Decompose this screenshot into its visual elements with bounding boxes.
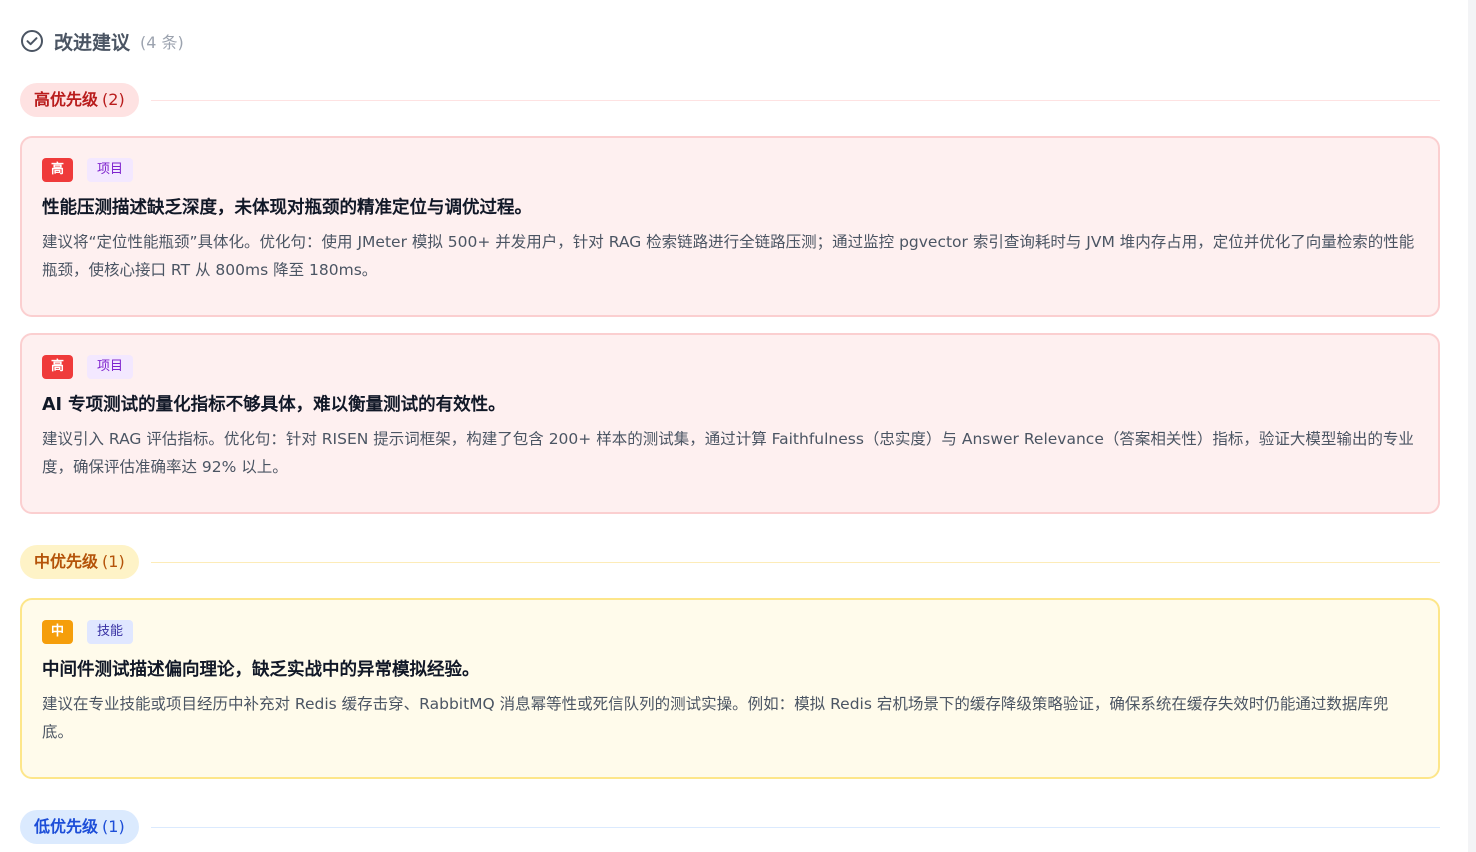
card-tags: 高 项目 <box>42 158 1418 182</box>
suggestion-body: 建议引入 RAG 评估指标。优化句：针对 RISEN 提示词框架，构建了包含 2… <box>42 430 1414 476</box>
priority-count: (1) <box>102 817 125 836</box>
priority-label: 低优先级 <box>34 817 99 836</box>
priority-pill-high: 高优先级 (2) <box>20 83 139 117</box>
suggestions-content: 改进建议 (4 条) 高优先级 (2) 高 项目 性能压测描述缺乏深度，未体现对瓶… <box>20 0 1440 852</box>
level-badge: 高 <box>42 158 74 182</box>
suggestion-body: 建议在专业技能或项目经历中补充对 Redis 缓存击穿、RabbitMQ 消息幂… <box>42 695 1389 741</box>
card-tags: 中 技能 <box>42 620 1418 644</box>
suggestion-title: 性能压测描述缺乏深度，未体现对瓶颈的精准定位与调优过程。 <box>42 198 532 218</box>
level-badge: 中 <box>42 620 74 644</box>
category-badge: 技能 <box>87 620 134 644</box>
card-tags: 高 项目 <box>42 355 1418 379</box>
suggestion-card: 中 技能 中间件测试描述偏向理论，缺乏实战中的异常模拟经验。 建议在专业技能或项… <box>20 598 1440 779</box>
group-header-mid: 中优先级 (1) <box>20 544 1440 580</box>
category-badge: 项目 <box>87 158 134 182</box>
priority-pill-mid: 中优先级 (1) <box>20 545 139 579</box>
priority-label: 高优先级 <box>34 90 99 109</box>
group-header-high: 高优先级 (2) <box>20 82 1440 118</box>
suggestion-card: 高 项目 AI 专项测试的量化指标不够具体，难以衡量测试的有效性。 建议引入 R… <box>20 333 1440 514</box>
check-circle-icon <box>21 30 43 52</box>
group-header-low: 低优先级 (1) <box>20 809 1440 845</box>
priority-count: (1) <box>102 552 125 571</box>
priority-label: 中优先级 <box>34 552 99 571</box>
suggestions-panel: 改进建议 (4 条) 高优先级 (2) 高 项目 性能压测描述缺乏深度，未体现对瓶… <box>0 0 1468 852</box>
suggestion-title: 中间件测试描述偏向理论，缺乏实战中的异常模拟经验。 <box>42 660 480 680</box>
category-badge: 项目 <box>87 355 134 379</box>
suggestion-card: 高 项目 性能压测描述缺乏深度，未体现对瓶颈的精准定位与调优过程。 建议将“定位… <box>20 136 1440 317</box>
scrollbar[interactable] <box>1468 0 1476 852</box>
suggestion-count: (4 条) <box>140 33 184 52</box>
divider <box>150 561 1440 563</box>
section-title: 改进建议 <box>54 31 131 54</box>
level-badge: 高 <box>42 355 74 379</box>
divider <box>150 826 1440 828</box>
section-header: 改进建议 (4 条) <box>20 0 1440 82</box>
divider <box>150 99 1440 101</box>
suggestion-title: AI 专项测试的量化指标不够具体，难以衡量测试的有效性。 <box>42 395 506 415</box>
suggestion-body: 建议将“定位性能瓶颈”具体化。优化句：使用 JMeter 模拟 500+ 并发用… <box>42 233 1415 279</box>
priority-pill-low: 低优先级 (1) <box>20 810 139 844</box>
priority-count: (2) <box>102 90 125 109</box>
